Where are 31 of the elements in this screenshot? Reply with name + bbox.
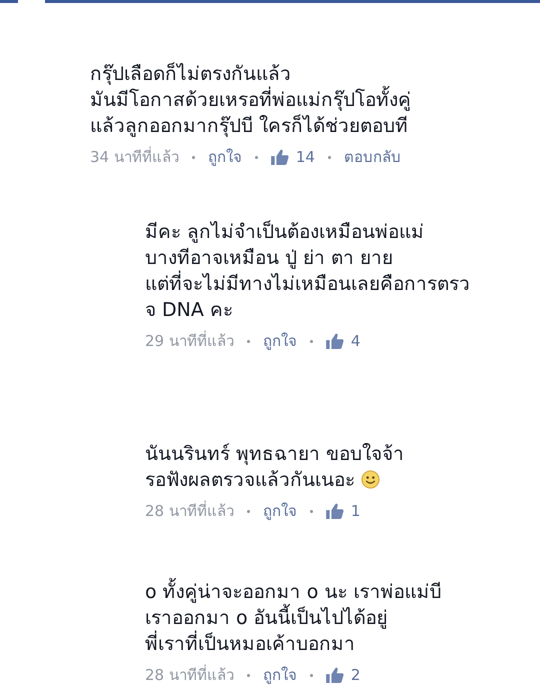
separator-dot — [246, 674, 250, 676]
thumbs-up-icon — [326, 667, 344, 683]
thumbs-up-icon — [326, 333, 344, 349]
comment-text: กรุ๊ปเลือดก็ไม่ตรงกันแล้ว มันมีโอกาสด้วยเหรอที่พ่อแม่กรุ๊ปโอทั้งคู่ แล้วลูกออกมากรุ๊ปบี ใครก็ได้ช่วยตอบที — [90, 61, 412, 139]
thumbs-up-icon — [270, 149, 289, 165]
timestamp: 28 นาทีที่แล้ว — [145, 664, 234, 686]
separator-dot — [246, 340, 250, 342]
like-count: 14 — [296, 148, 315, 166]
separator-dot — [246, 510, 250, 512]
timestamp: 34 นาทีที่แล้ว — [90, 146, 179, 168]
separator-dot — [192, 156, 195, 158]
like-count: 4 — [350, 332, 360, 350]
separator-dot — [310, 340, 313, 342]
comment-text: o ทั้งคู่น่าจะออกมา o นะ เราพ่อแม่บี เราออกมา o อันนี้เป็นไปได้อยู่ พี่เราที่เป็นหมอเค้าบอกมา — [145, 579, 540, 657]
timestamp: 29 นาทีที่แล้ว — [145, 330, 234, 352]
smiley-icon — [361, 470, 380, 489]
comment-text: มีคะ ลูกไม่จำเป็นต้องเหมือนพ่อแม่ บางทีอาจเหมือน ปู่ ย่า ตา ยาย แต่ที่จะไม่มีทางไม่เหมือนเลยคือการตรว จ DNA คะ — [145, 219, 471, 323]
separator-dot — [310, 510, 313, 512]
reply-link[interactable]: ตอบกลับ — [344, 145, 401, 169]
thumbs-up-icon — [326, 503, 344, 519]
separator-dot — [254, 156, 258, 158]
separator-dot — [310, 674, 313, 676]
like-link[interactable]: ถูกใจ — [262, 499, 297, 523]
like-count: 1 — [350, 502, 360, 520]
like-count: 2 — [350, 666, 360, 684]
separator-dot — [328, 156, 331, 158]
comment-text: นันนรินทร์ พุทธฉายา ขอบใจจ้า รอฟังผลตรวจแล้วกันเนอะ — [145, 442, 406, 493]
like-link[interactable]: ถูกใจ — [262, 663, 297, 687]
like-link[interactable]: ถูกใจ — [262, 329, 297, 353]
timestamp: 28 นาทีที่แล้ว — [145, 500, 234, 522]
like-link[interactable]: ถูกใจ — [208, 145, 242, 169]
